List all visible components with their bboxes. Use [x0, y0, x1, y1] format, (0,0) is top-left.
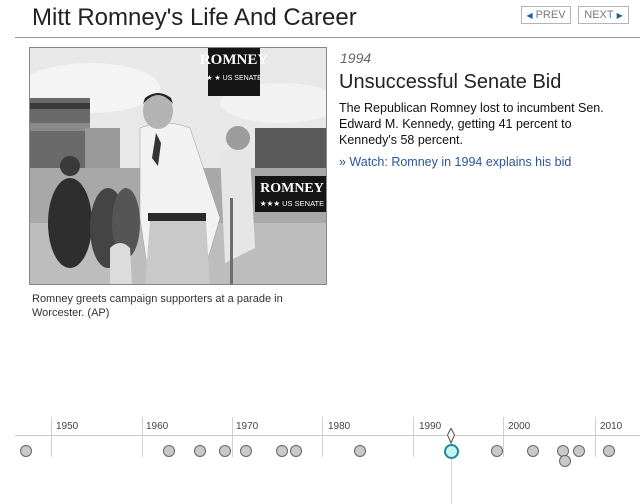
timeline-event-dot[interactable]	[240, 445, 252, 457]
entry-description: The Republican Romney lost to incumbent …	[339, 101, 604, 147]
timeline-tick	[595, 417, 596, 457]
entry-headline: Unsuccessful Senate Bid	[339, 71, 562, 93]
timeline: 1950 1960 1970 1980 1990 2000 2010	[0, 415, 643, 504]
entry-photo: ROMNEY ★ ★ US SENATE ROMNEY ★★★ US SENAT…	[29, 47, 327, 285]
page-title: Mitt Romney's Life And Career	[32, 4, 357, 31]
timeline-event-dot[interactable]	[194, 445, 206, 457]
next-button[interactable]: NEXT ▶	[578, 6, 629, 24]
timeline-event-dot-selected[interactable]	[444, 444, 459, 459]
timeline-event-dot[interactable]	[491, 445, 503, 457]
timeline-tick-label: 1990	[419, 421, 442, 432]
sign-right-text: ROMNEY	[260, 181, 324, 196]
timeline-event-dot[interactable]	[603, 445, 615, 457]
chevron-left-icon: ◀	[526, 10, 533, 20]
sign-top-text: ROMNEY	[200, 52, 268, 68]
timeline-tick-label: 1970	[236, 421, 259, 432]
sign-right-subtext: ★★★ US SENATE	[260, 199, 324, 208]
timeline-tick-label: 2010	[600, 421, 623, 432]
timeline-tick-label: 1950	[56, 421, 79, 432]
prev-label: PREV	[535, 9, 566, 21]
timeline-tick-label: 2000	[508, 421, 531, 432]
entry-year: 1994	[340, 50, 372, 66]
timeline-tick-label: 1960	[146, 421, 169, 432]
timeline-event-dot[interactable]	[163, 445, 175, 457]
timeline-tick	[51, 417, 52, 457]
timeline-tick	[142, 417, 143, 457]
timeline-tick	[413, 417, 414, 457]
timeline-event-dot[interactable]	[573, 445, 585, 457]
timeline-event-dot[interactable]	[290, 445, 302, 457]
timeline-event-dot[interactable]	[354, 445, 366, 457]
timeline-event-dot[interactable]	[559, 455, 571, 467]
next-label: NEXT	[584, 9, 614, 21]
photo-caption: Romney greets campaign supporters at a p…	[32, 293, 283, 319]
timeline-axis	[15, 435, 640, 436]
timeline-tick-label: 1980	[328, 421, 351, 432]
timeline-tick	[322, 417, 323, 457]
sign-top-subtext: ★ ★ US SENATE	[206, 74, 262, 82]
watch-video-link[interactable]: » Watch: Romney in 1994 explains his bid	[339, 155, 571, 169]
timeline-tick	[503, 417, 504, 457]
chevron-right-icon: ▶	[616, 10, 623, 20]
timeline-event-dot[interactable]	[219, 445, 231, 457]
timeline-event-dot[interactable]	[527, 445, 539, 457]
timeline-event-dot[interactable]	[276, 445, 288, 457]
timeline-tick	[232, 417, 233, 457]
timeline-event-dot[interactable]	[20, 445, 32, 457]
header-divider	[15, 37, 640, 38]
current-marker-icon	[446, 428, 456, 444]
prev-button[interactable]: ◀ PREV	[521, 6, 571, 24]
